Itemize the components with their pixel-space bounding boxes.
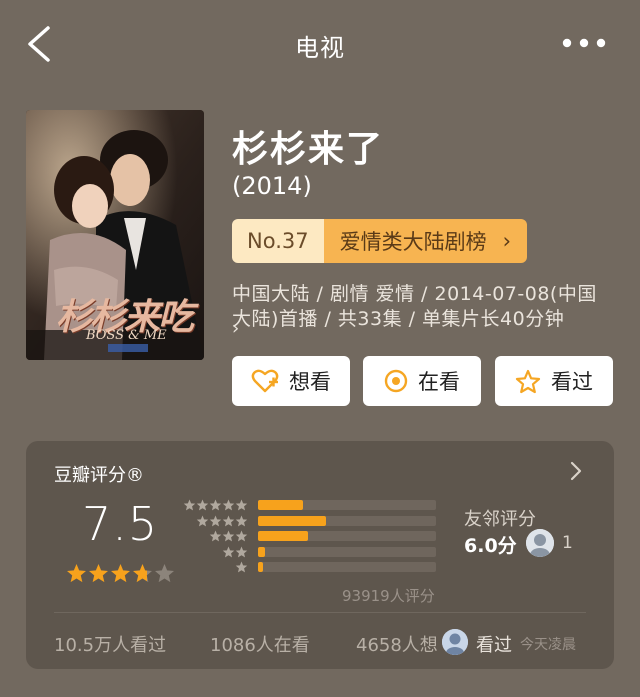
user-avatar (442, 629, 468, 655)
distribution-row-1 (182, 561, 442, 573)
rank-category: 爱情类大陆剧榜 › (323, 219, 527, 263)
rating-stars (66, 563, 175, 584)
distribution-stars-icon (235, 561, 248, 573)
chevron-right-icon: › (502, 229, 511, 253)
distribution-track (258, 562, 436, 572)
nav-bar: 电视 (0, 0, 640, 90)
rank-badge[interactable]: No.37 爱情类大陆剧榜 › (232, 219, 527, 263)
watching-button[interactable]: 在看 (363, 356, 481, 406)
distribution-track (258, 500, 436, 510)
distribution-row-5 (182, 499, 442, 511)
rating-count: 93919人评分 (342, 587, 435, 605)
distribution-stars-icon (196, 515, 248, 526)
seen-label: 看过 (476, 635, 512, 656)
distribution-bar (258, 562, 264, 572)
watched-button[interactable]: 看过 (495, 356, 613, 406)
score-star-icon (111, 564, 130, 583)
more-horizontal-icon[interactable] (562, 38, 606, 48)
distribution-track (258, 515, 436, 526)
distribution-bar (258, 531, 308, 541)
target-icon (384, 369, 408, 393)
friend-avatar[interactable] (526, 529, 554, 557)
distribution-bar (258, 546, 266, 557)
distribution-track (258, 546, 436, 557)
distribution-bar (258, 500, 303, 510)
heart-plus-icon (251, 369, 279, 393)
friends-rating-score: 6.0分 (464, 535, 517, 557)
meta-chevron-icon[interactable]: › (232, 318, 239, 339)
distribution-stars-icon (209, 530, 248, 542)
rank-category-label: 爱情类大陆剧榜 (339, 230, 487, 254)
rating-card: 豆瓣评分® 7.5 93919人评分 友邻评分 6.0分 1 10.5万人看过 … (26, 441, 614, 669)
show-year: (2014) (232, 172, 312, 200)
watching-count[interactable]: 1086人在看 (210, 631, 310, 657)
score-star-icon (67, 564, 86, 583)
distribution-row-2 (182, 546, 442, 558)
star-outline-icon (515, 369, 541, 393)
watching-label: 在看 (418, 370, 460, 394)
friends-rating-label: 友邻评分 (464, 509, 536, 530)
friends-count: 1 (562, 533, 573, 553)
distribution-track (258, 531, 436, 541)
poster-subtitle-script: BOSS & ME (86, 328, 167, 343)
show-title: 杉杉来了 (232, 129, 385, 170)
score-star-icon (133, 564, 152, 583)
rating-title: 豆瓣评分® (54, 465, 144, 486)
distribution-row-4 (182, 515, 442, 527)
avatar-icon (526, 529, 554, 557)
distribution-row-3 (182, 530, 442, 542)
rating-score: 7.5 (82, 497, 159, 551)
want-to-watch-label: 想看 (289, 370, 331, 394)
show-meta[interactable]: 中国大陆 / 剧情 爱情 / 2014-07-08(中国大陆)首播 / 共33集… (232, 282, 616, 332)
want-count[interactable]: 4658人想 (356, 631, 438, 657)
poster-image[interactable]: 杉杉来吃 BOSS & ME (26, 110, 204, 360)
divider (54, 612, 586, 613)
distribution-stars-icon (222, 546, 248, 557)
distribution-bar (258, 515, 326, 526)
score-star-icon (155, 564, 174, 583)
rank-number: No.37 (232, 219, 324, 263)
watched-count[interactable]: 10.5万人看过 (54, 631, 166, 657)
nav-title: 电视 (295, 34, 345, 62)
watched-label: 看过 (551, 370, 593, 394)
chevron-right-icon[interactable] (568, 459, 584, 483)
score-star-icon (89, 564, 108, 583)
want-to-watch-button[interactable]: 想看 (232, 356, 350, 406)
distribution-stars-icon (183, 499, 248, 511)
seen-time: 今天凌晨 (520, 637, 576, 653)
avatar-icon (442, 629, 468, 655)
